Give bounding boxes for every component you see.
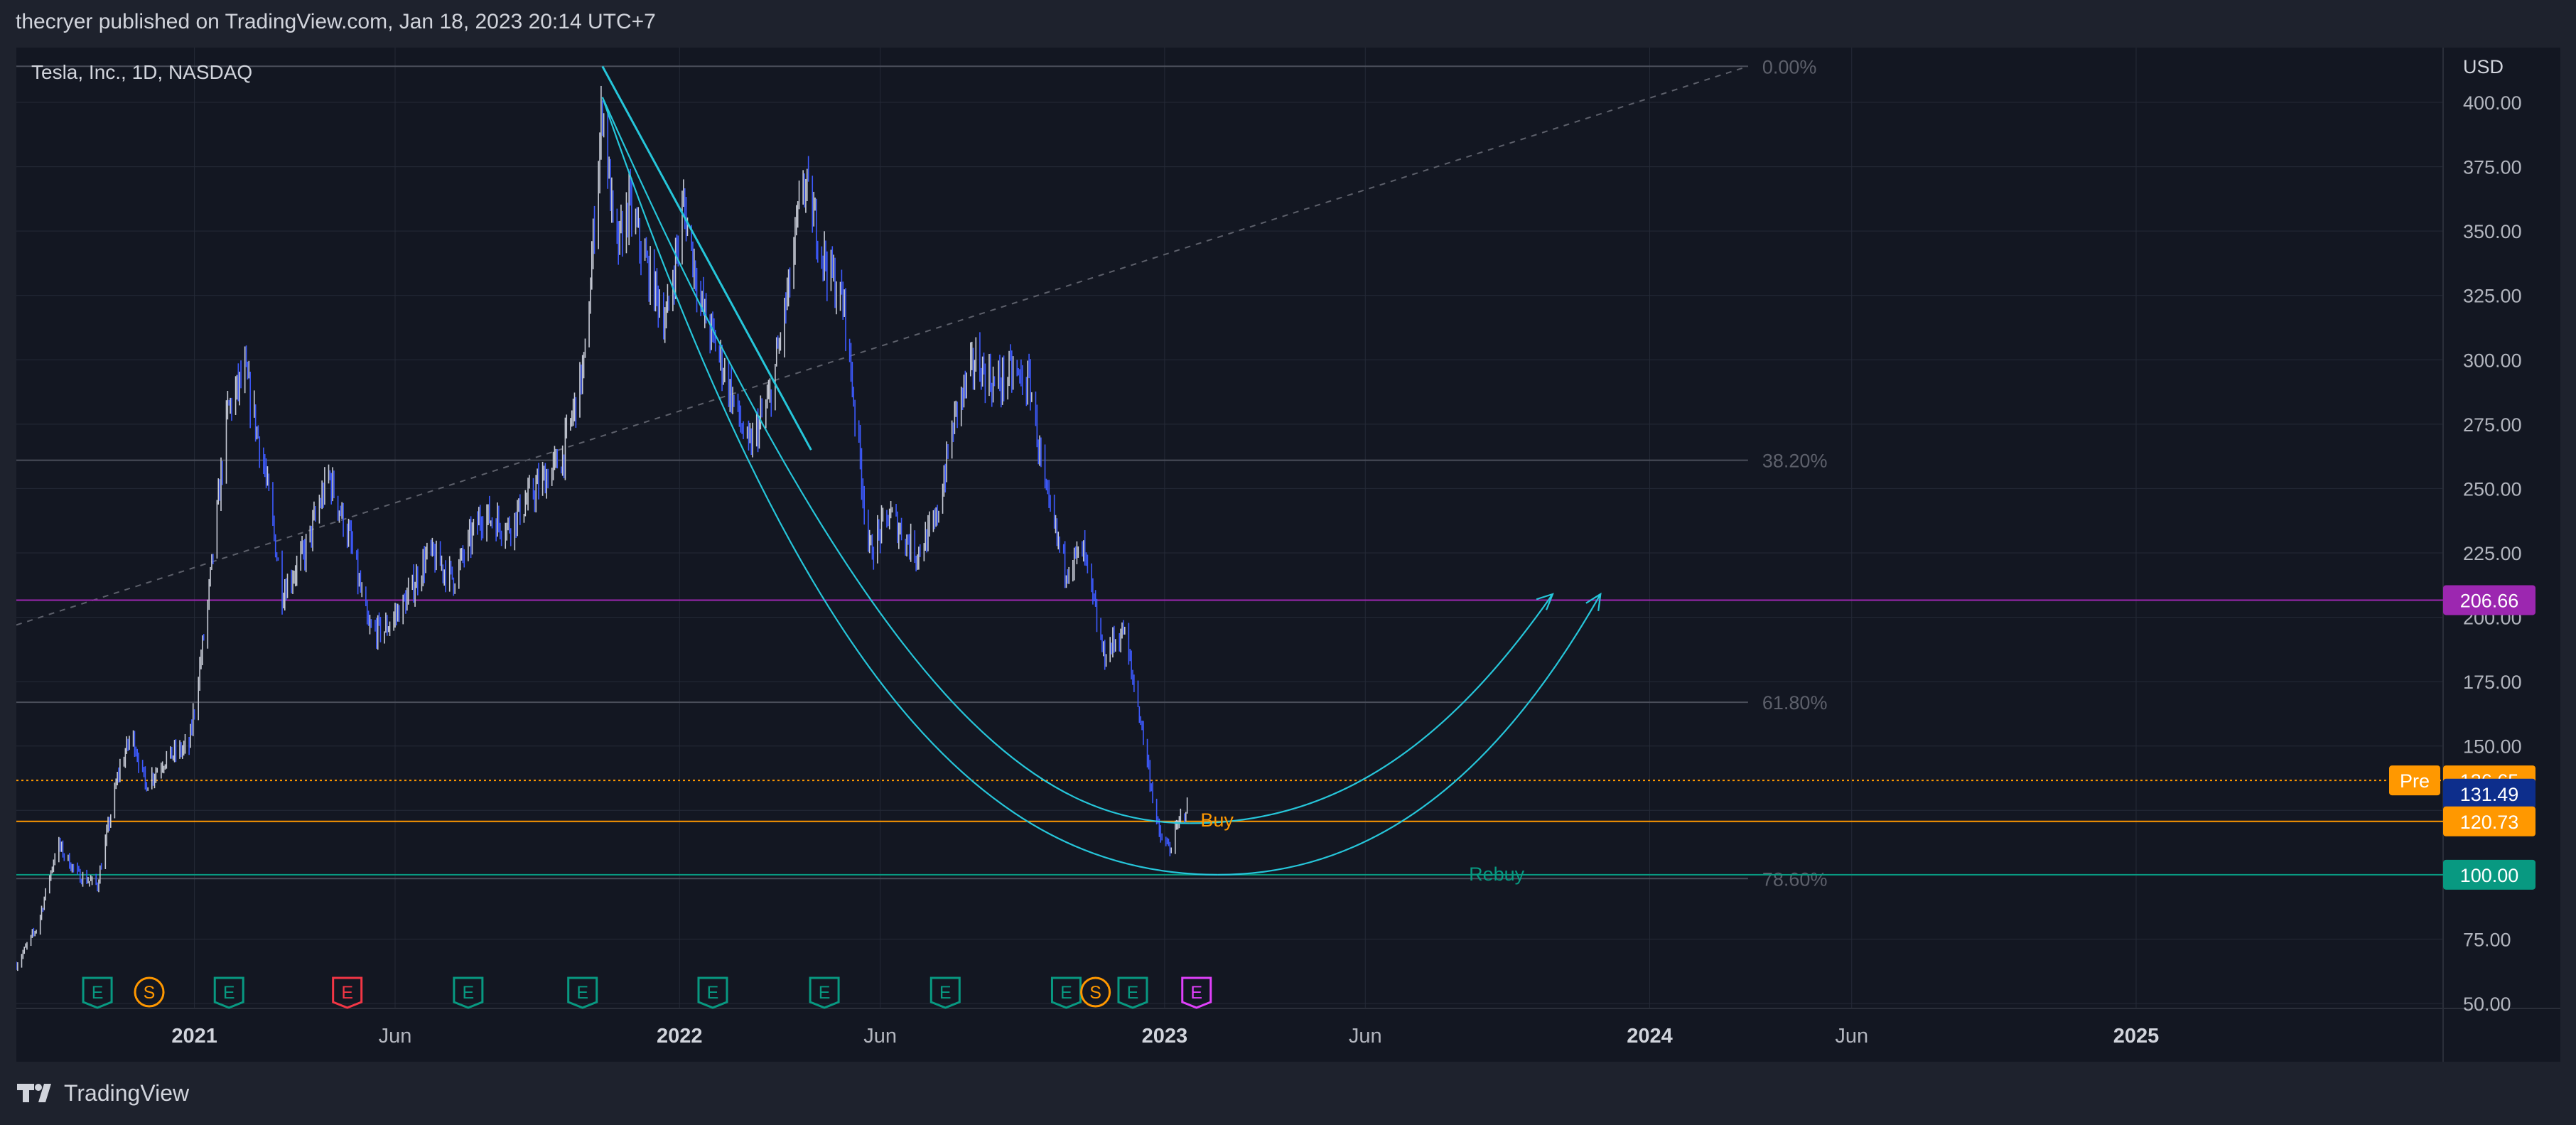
chart-pane[interactable]: 0.00% 38.20% 61.80% 78.60% Buy Rebuy E S E E E E E E E… bbox=[16, 48, 2560, 1062]
event-letter: E bbox=[1190, 983, 1202, 1003]
event-letter: E bbox=[1060, 983, 1072, 1003]
event-letter: E bbox=[1127, 983, 1139, 1003]
tradingview-logo-icon bbox=[17, 1084, 51, 1102]
tradingview-brand[interactable]: TradingView bbox=[17, 1077, 189, 1109]
price-tag-label: 131.49 bbox=[2460, 784, 2519, 805]
annotation-label: Buy bbox=[1200, 809, 1234, 831]
price-tick-label: 150.00 bbox=[2463, 736, 2522, 758]
event-letter: E bbox=[819, 983, 831, 1003]
price-tick-label: 175.00 bbox=[2463, 672, 2522, 693]
price-tag-label: 100.00 bbox=[2460, 865, 2519, 886]
time-tick-label: Jun bbox=[1349, 1025, 1382, 1048]
fib-level-label: 78.60% bbox=[1762, 868, 1828, 890]
time-tick-label: Jun bbox=[1835, 1025, 1868, 1048]
price-tick-label: 250.00 bbox=[2463, 478, 2522, 500]
price-chart[interactable]: 0.00%38.20%61.80%78.60%BuyRebuyE S E E E E E E E… bbox=[16, 48, 2560, 1062]
symbol-title[interactable]: Tesla, Inc., 1D, NASDAQ bbox=[31, 61, 252, 84]
rebuy-arc-left bbox=[601, 97, 1218, 876]
price-tick-label: 300.00 bbox=[2463, 350, 2522, 371]
fib-level-label: 0.00% bbox=[1762, 56, 1817, 77]
event-letter: E bbox=[341, 983, 353, 1003]
price-tag-label: 206.66 bbox=[2460, 590, 2519, 611]
fib-level-label: 61.80% bbox=[1762, 692, 1828, 714]
time-tick-label: 2024 bbox=[1627, 1025, 1673, 1048]
event-letter: E bbox=[223, 983, 235, 1003]
tradingview-wordmark: TradingView bbox=[64, 1080, 190, 1106]
buy-arc-right bbox=[1190, 593, 1553, 824]
time-tick-label: 2023 bbox=[1142, 1025, 1188, 1048]
trend-line bbox=[601, 65, 812, 451]
price-tick-label: 400.00 bbox=[2463, 92, 2522, 114]
event-letter: S bbox=[144, 983, 156, 1003]
price-tag-label: 120.73 bbox=[2460, 812, 2519, 833]
annotation-label: Rebuy bbox=[1469, 863, 1525, 885]
event-letter: E bbox=[939, 983, 952, 1003]
fib-trend-line bbox=[16, 65, 1749, 626]
time-tick-label: 2022 bbox=[657, 1025, 703, 1048]
pre-tag-label: Pre bbox=[2400, 770, 2430, 792]
price-tick-label: 225.00 bbox=[2463, 543, 2522, 564]
event-letter: E bbox=[92, 983, 104, 1003]
event-letter: E bbox=[463, 983, 475, 1003]
publisher-header: thecryer published on TradingView.com, J… bbox=[16, 10, 656, 33]
time-tick-label: 2021 bbox=[171, 1025, 217, 1048]
time-tick-label: Jun bbox=[863, 1025, 897, 1048]
event-letter: E bbox=[707, 983, 719, 1003]
fib-level-label: 38.20% bbox=[1762, 451, 1828, 472]
event-letter: S bbox=[1089, 983, 1101, 1003]
price-tick-label: 325.00 bbox=[2463, 286, 2522, 307]
rebuy-arc-right bbox=[1217, 593, 1602, 876]
price-tick-label: 275.00 bbox=[2463, 414, 2522, 436]
price-tick-label: 75.00 bbox=[2463, 929, 2511, 950]
time-tick-label: Jun bbox=[379, 1025, 412, 1048]
currency-label: USD bbox=[2463, 56, 2504, 77]
price-tick-label: 350.00 bbox=[2463, 221, 2522, 242]
event-letter: E bbox=[576, 983, 588, 1003]
price-tick-label: 50.00 bbox=[2463, 994, 2511, 1015]
time-tick-label: 2025 bbox=[2113, 1025, 2160, 1048]
price-tick-label: 375.00 bbox=[2463, 157, 2522, 178]
